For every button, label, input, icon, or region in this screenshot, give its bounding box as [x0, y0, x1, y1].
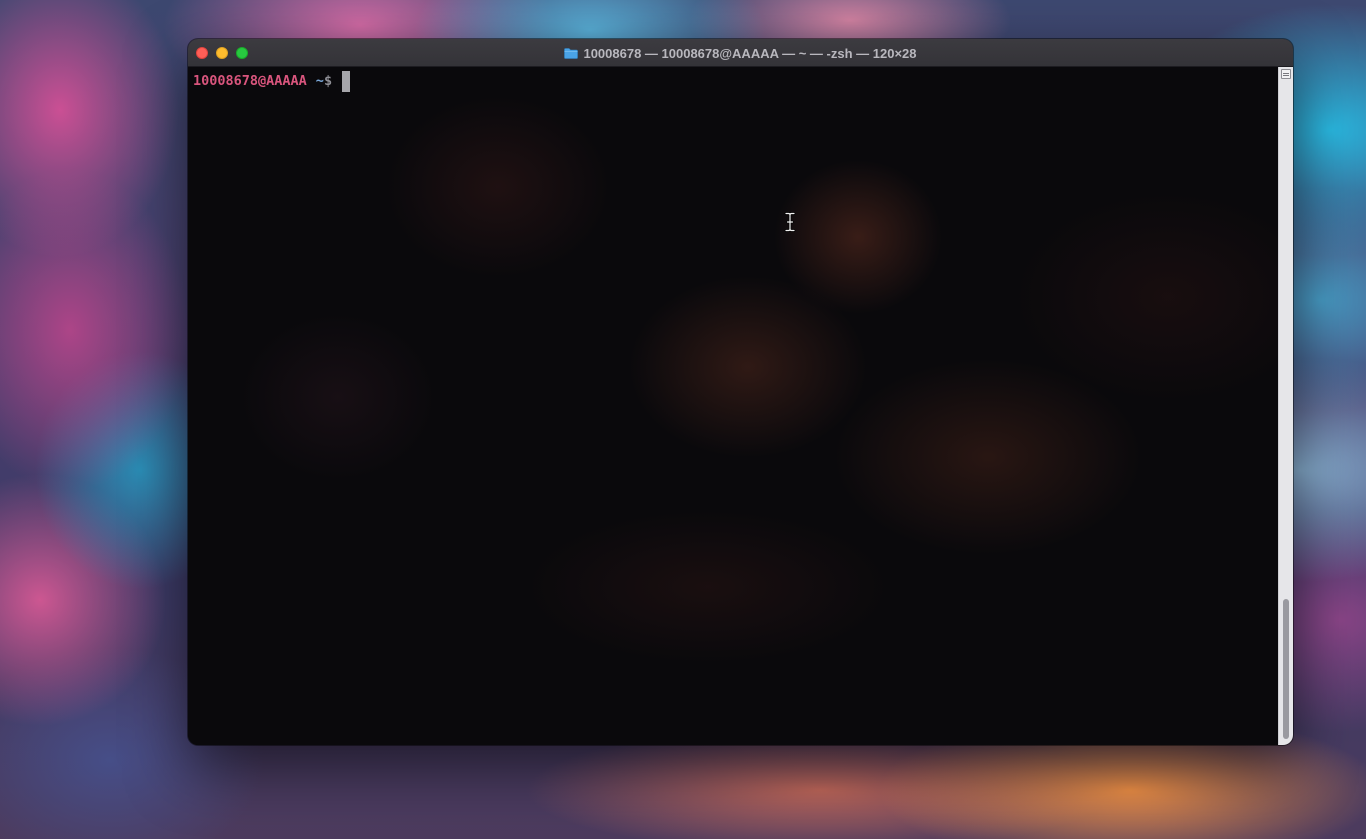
vertical-scrollbar[interactable] — [1278, 67, 1293, 745]
window-title: 10008678 — 10008678@AAAAA — ~ — -zsh — 1… — [583, 45, 917, 61]
close-button[interactable] — [196, 47, 208, 59]
terminal-window[interactable]: 10008678 — 10008678@AAAAA — ~ — -zsh — 1… — [188, 39, 1293, 745]
title-bar[interactable]: 10008678 — 10008678@AAAAA — ~ — -zsh — 1… — [188, 39, 1293, 67]
folder-icon — [564, 47, 579, 59]
zoom-button[interactable] — [236, 47, 248, 59]
prompt-directory: ~ — [315, 73, 324, 89]
minimize-button[interactable] — [216, 47, 228, 59]
prompt-user-host: 10008678@AAAAA — [193, 73, 307, 89]
scrollbar-thumb[interactable] — [1283, 599, 1289, 739]
prompt-line: 10008678@AAAAA ~ $ — [193, 70, 351, 92]
window-title-group: 10008678 — 10008678@AAAAA — ~ — -zsh — 1… — [188, 39, 1293, 67]
prompt-symbol: $ — [323, 73, 333, 89]
desktop-wallpaper: 10008678 — 10008678@AAAAA — ~ — -zsh — 1… — [0, 0, 1366, 839]
split-pane-icon[interactable] — [1281, 69, 1291, 79]
ibeam-cursor-icon — [784, 212, 796, 232]
text-cursor — [342, 70, 351, 92]
terminal-content[interactable]: 10008678@AAAAA ~ $ — [188, 67, 1278, 745]
